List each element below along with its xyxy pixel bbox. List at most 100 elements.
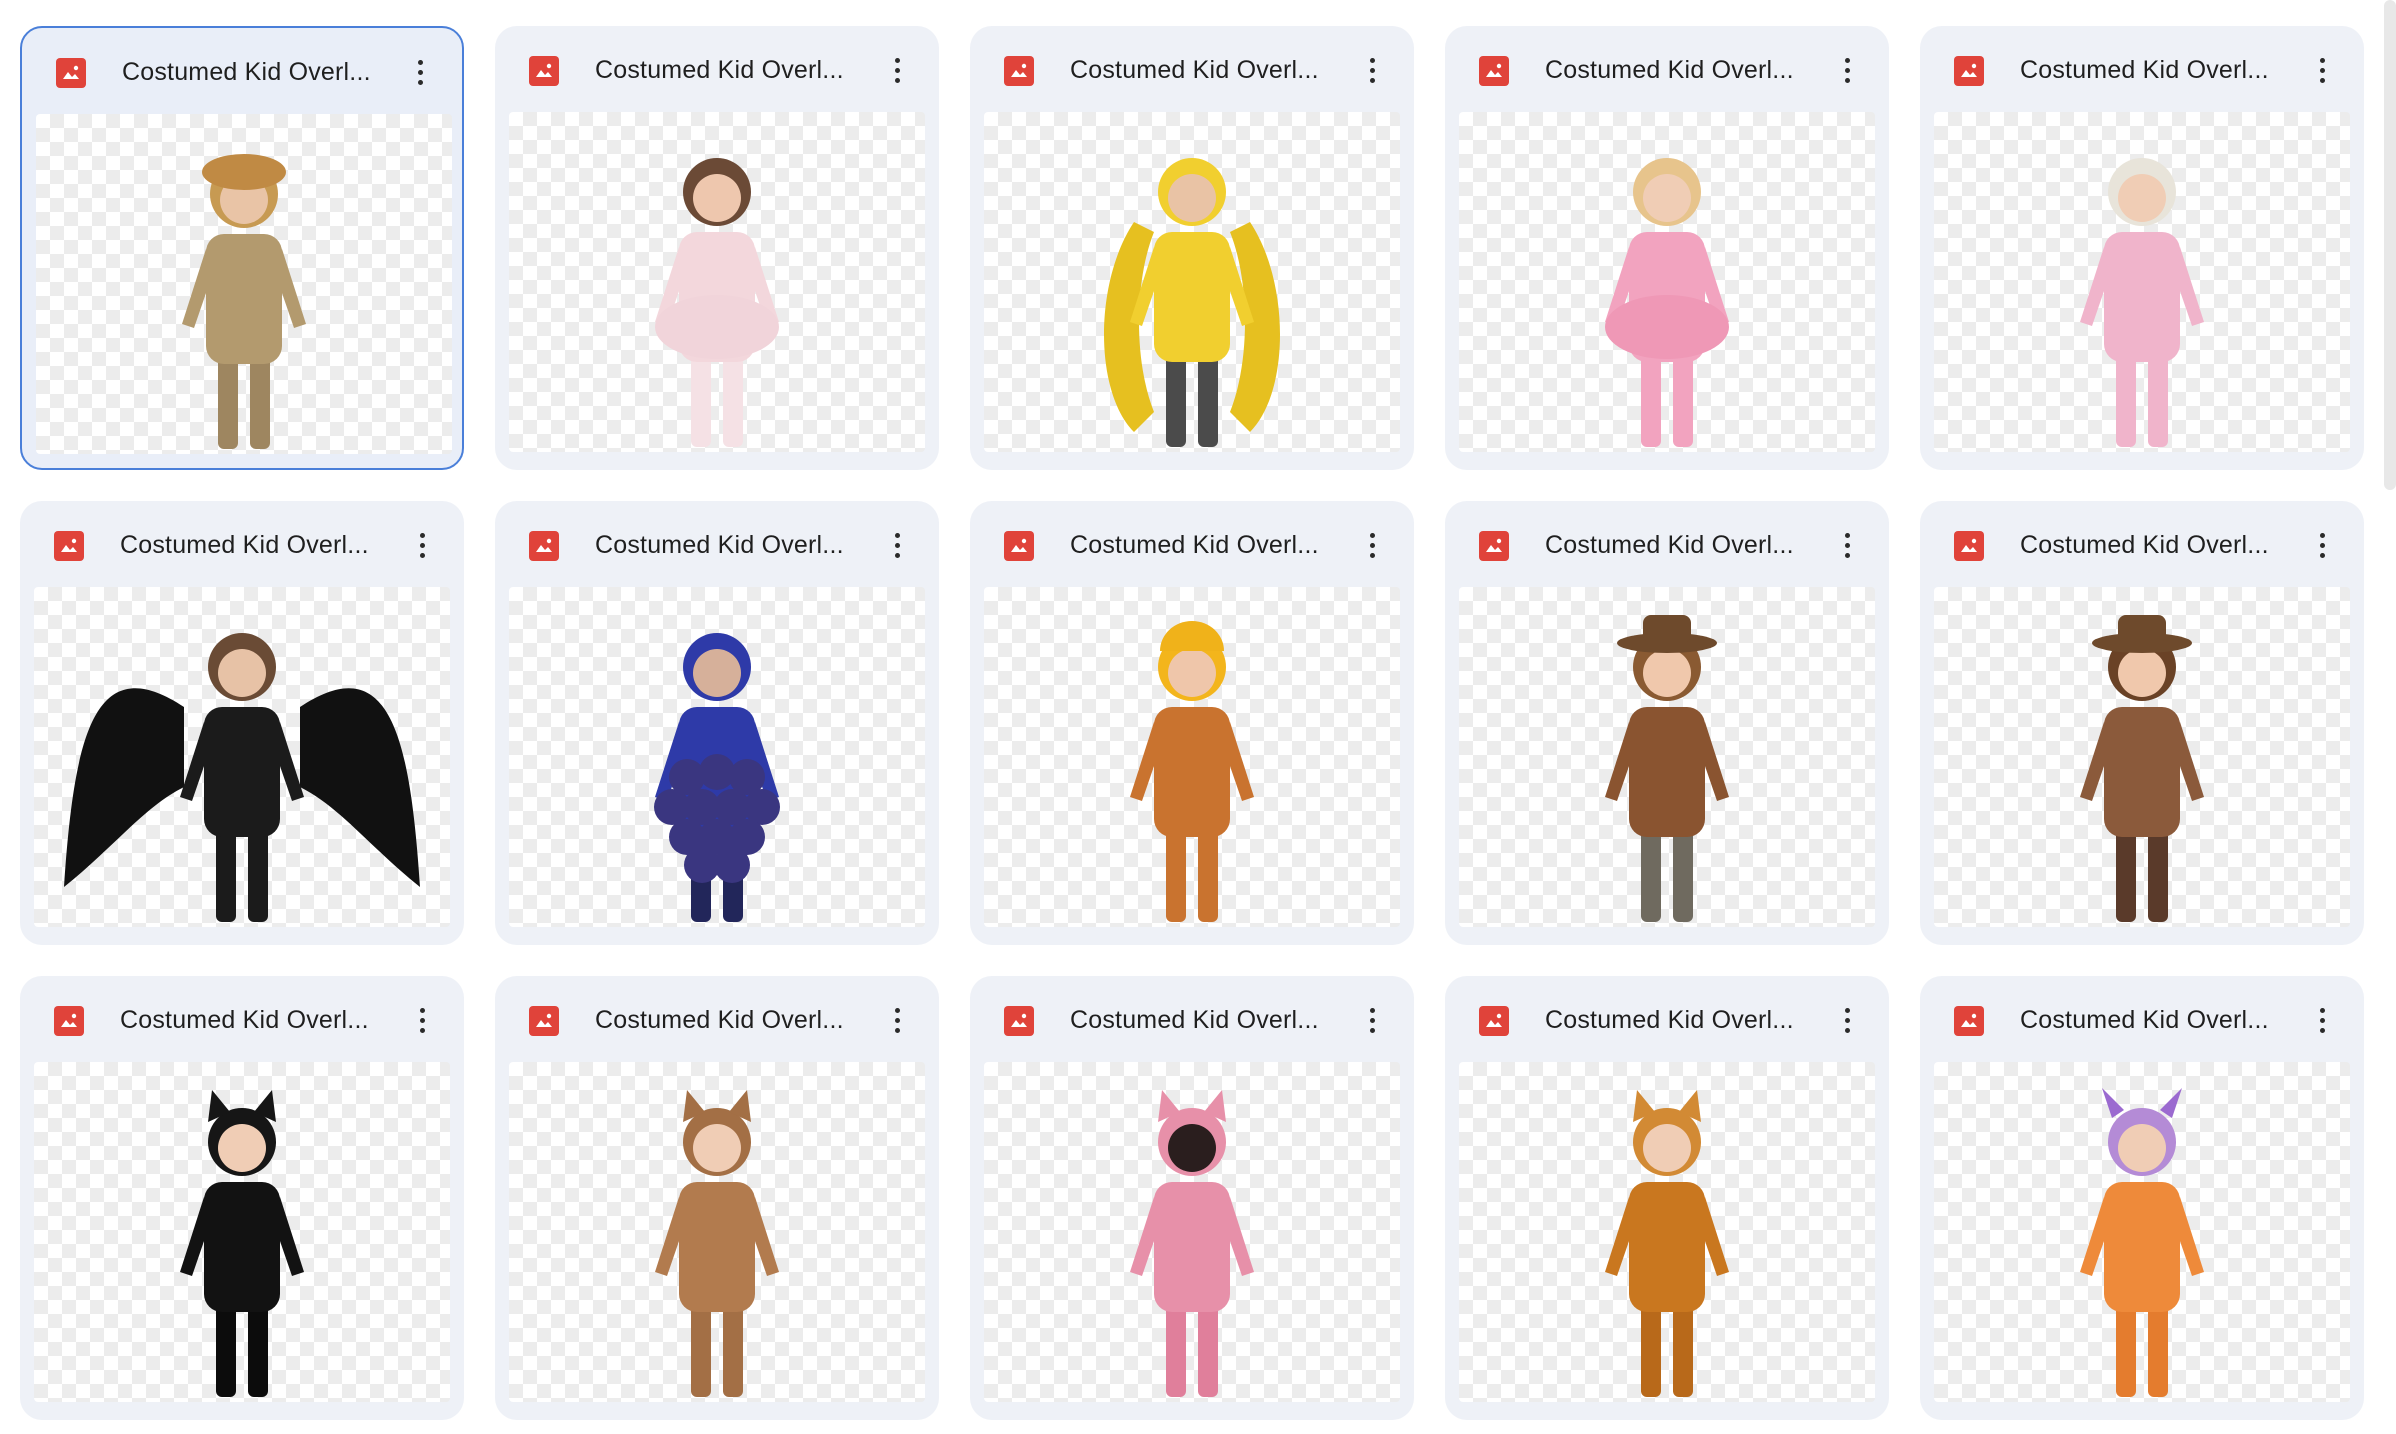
image-file-icon <box>1004 1006 1034 1036</box>
file-card[interactable]: Costumed Kid Overl... <box>20 976 464 1420</box>
more-options-icon[interactable] <box>1352 1000 1392 1040</box>
more-options-icon[interactable] <box>402 1000 442 1040</box>
file-card-header: Costumed Kid Overl... <box>20 501 464 587</box>
image-file-icon <box>1479 1006 1509 1036</box>
file-card-header: Costumed Kid Overl... <box>1445 26 1889 112</box>
file-card-header: Costumed Kid Overl... <box>495 976 939 1062</box>
file-card-header: Costumed Kid Overl... <box>495 501 939 587</box>
file-card[interactable]: Costumed Kid Overl... <box>970 976 1414 1420</box>
file-name: Costumed Kid Overl... <box>1070 531 1319 559</box>
thumbnail-image <box>654 633 780 922</box>
pink-monster-costume-figure <box>1130 1090 1254 1397</box>
file-card-header: Costumed Kid Overl... <box>20 976 464 1062</box>
ballerina-costume-figure <box>655 158 779 447</box>
more-options-icon[interactable] <box>1352 50 1392 90</box>
blueberry-costume-figure <box>654 633 780 922</box>
file-thumbnail[interactable] <box>509 587 925 927</box>
thumbnail-image <box>64 633 420 922</box>
orange-fox-costume-figure <box>1605 1090 1729 1397</box>
image-file-icon <box>529 531 559 561</box>
file-name: Costumed Kid Overl... <box>595 56 844 84</box>
file-thumbnail[interactable] <box>36 114 452 454</box>
thumbnail-image <box>2080 615 2204 922</box>
file-card-header: Costumed Kid Overl... <box>970 501 1414 587</box>
more-options-icon[interactable] <box>877 1000 917 1040</box>
more-options-icon[interactable] <box>877 50 917 90</box>
file-card[interactable]: Costumed Kid Overl... <box>495 501 939 945</box>
image-file-icon <box>1954 531 1984 561</box>
file-card-header: Costumed Kid Overl... <box>1920 26 2364 112</box>
more-options-icon[interactable] <box>2302 1000 2342 1040</box>
file-card[interactable]: Costumed Kid Overl... <box>1920 26 2364 470</box>
file-card[interactable]: Costumed Kid Overl... <box>1445 26 1889 470</box>
more-options-icon[interactable] <box>2302 525 2342 565</box>
image-file-icon <box>1479 56 1509 86</box>
file-card-header: Costumed Kid Overl... <box>1445 501 1889 587</box>
more-options-icon[interactable] <box>1827 1000 1867 1040</box>
file-name: Costumed Kid Overl... <box>2020 531 2269 559</box>
vertical-scrollbar[interactable] <box>2384 0 2396 490</box>
more-options-icon[interactable] <box>400 52 440 92</box>
file-thumbnail[interactable] <box>34 587 450 927</box>
file-name: Costumed Kid Overl... <box>120 1006 369 1034</box>
file-thumbnail[interactable] <box>1459 112 1875 452</box>
file-thumbnail[interactable] <box>1459 587 1875 927</box>
scarecrow-costume-figure <box>182 154 306 449</box>
file-grid: Costumed Kid Overl... Costumed Kid Overl.… <box>0 0 2396 1434</box>
file-card[interactable]: Costumed Kid Overl... <box>1445 501 1889 945</box>
file-card[interactable]: Costumed Kid Overl... <box>1920 976 2364 1420</box>
pink-jumpsuit-costume-figure <box>2080 158 2204 447</box>
file-thumbnail[interactable] <box>1934 112 2350 452</box>
file-card[interactable]: Costumed Kid Overl... <box>20 501 464 945</box>
file-thumbnail[interactable] <box>984 112 1400 452</box>
more-options-icon[interactable] <box>2302 50 2342 90</box>
image-file-icon <box>1954 56 1984 86</box>
thumbnail-image <box>2080 1088 2204 1397</box>
thumbnail-image <box>180 1090 304 1397</box>
more-options-icon[interactable] <box>877 525 917 565</box>
file-name: Costumed Kid Overl... <box>595 1006 844 1034</box>
file-name: Costumed Kid Overl... <box>1545 1006 1794 1034</box>
file-thumbnail[interactable] <box>1934 1062 2350 1402</box>
file-thumbnail[interactable] <box>34 1062 450 1402</box>
banana-costume-figure <box>1104 158 1280 447</box>
file-card[interactable]: Costumed Kid Overl... <box>495 26 939 470</box>
thumbnail-image <box>655 158 779 447</box>
file-card[interactable]: Costumed Kid Overl... <box>970 501 1414 945</box>
image-file-icon <box>1004 56 1034 86</box>
file-thumbnail[interactable] <box>1934 587 2350 927</box>
thumbnail-image <box>1605 1090 1729 1397</box>
file-name: Costumed Kid Overl... <box>2020 56 2269 84</box>
more-options-icon[interactable] <box>1352 525 1392 565</box>
file-card[interactable]: Costumed Kid Overl... <box>1445 976 1889 1420</box>
thumbnail-image <box>1605 158 1729 447</box>
black-cat-costume-figure <box>180 1090 304 1397</box>
black-angel-costume-figure <box>64 633 420 922</box>
thumbnail-image <box>1130 1090 1254 1397</box>
more-options-icon[interactable] <box>402 525 442 565</box>
orange-monster-costume-figure <box>2080 1088 2204 1397</box>
more-options-icon[interactable] <box>1827 50 1867 90</box>
file-card-header: Costumed Kid Overl... <box>1920 501 2364 587</box>
file-thumbnail[interactable] <box>984 587 1400 927</box>
file-card-header: Costumed Kid Overl... <box>495 26 939 112</box>
image-file-icon <box>1004 531 1034 561</box>
file-thumbnail[interactable] <box>1459 1062 1875 1402</box>
file-card[interactable]: Costumed Kid Overl... <box>970 26 1414 470</box>
thumbnail-image <box>1130 621 1254 922</box>
file-name: Costumed Kid Overl... <box>595 531 844 559</box>
file-card[interactable]: Costumed Kid Overl... <box>20 26 464 470</box>
file-thumbnail[interactable] <box>509 112 925 452</box>
image-file-icon <box>529 56 559 86</box>
thumbnail-image <box>182 154 306 449</box>
file-card[interactable]: Costumed Kid Overl... <box>495 976 939 1420</box>
file-card-header: Costumed Kid Overl... <box>970 976 1414 1062</box>
file-thumbnail[interactable] <box>984 1062 1400 1402</box>
pink-dress-costume-figure <box>1605 158 1729 447</box>
image-file-icon <box>1479 531 1509 561</box>
file-thumbnail[interactable] <box>509 1062 925 1402</box>
file-name: Costumed Kid Overl... <box>1070 56 1319 84</box>
file-card[interactable]: Costumed Kid Overl... <box>1920 501 2364 945</box>
thumbnail-image <box>1104 158 1280 447</box>
more-options-icon[interactable] <box>1827 525 1867 565</box>
